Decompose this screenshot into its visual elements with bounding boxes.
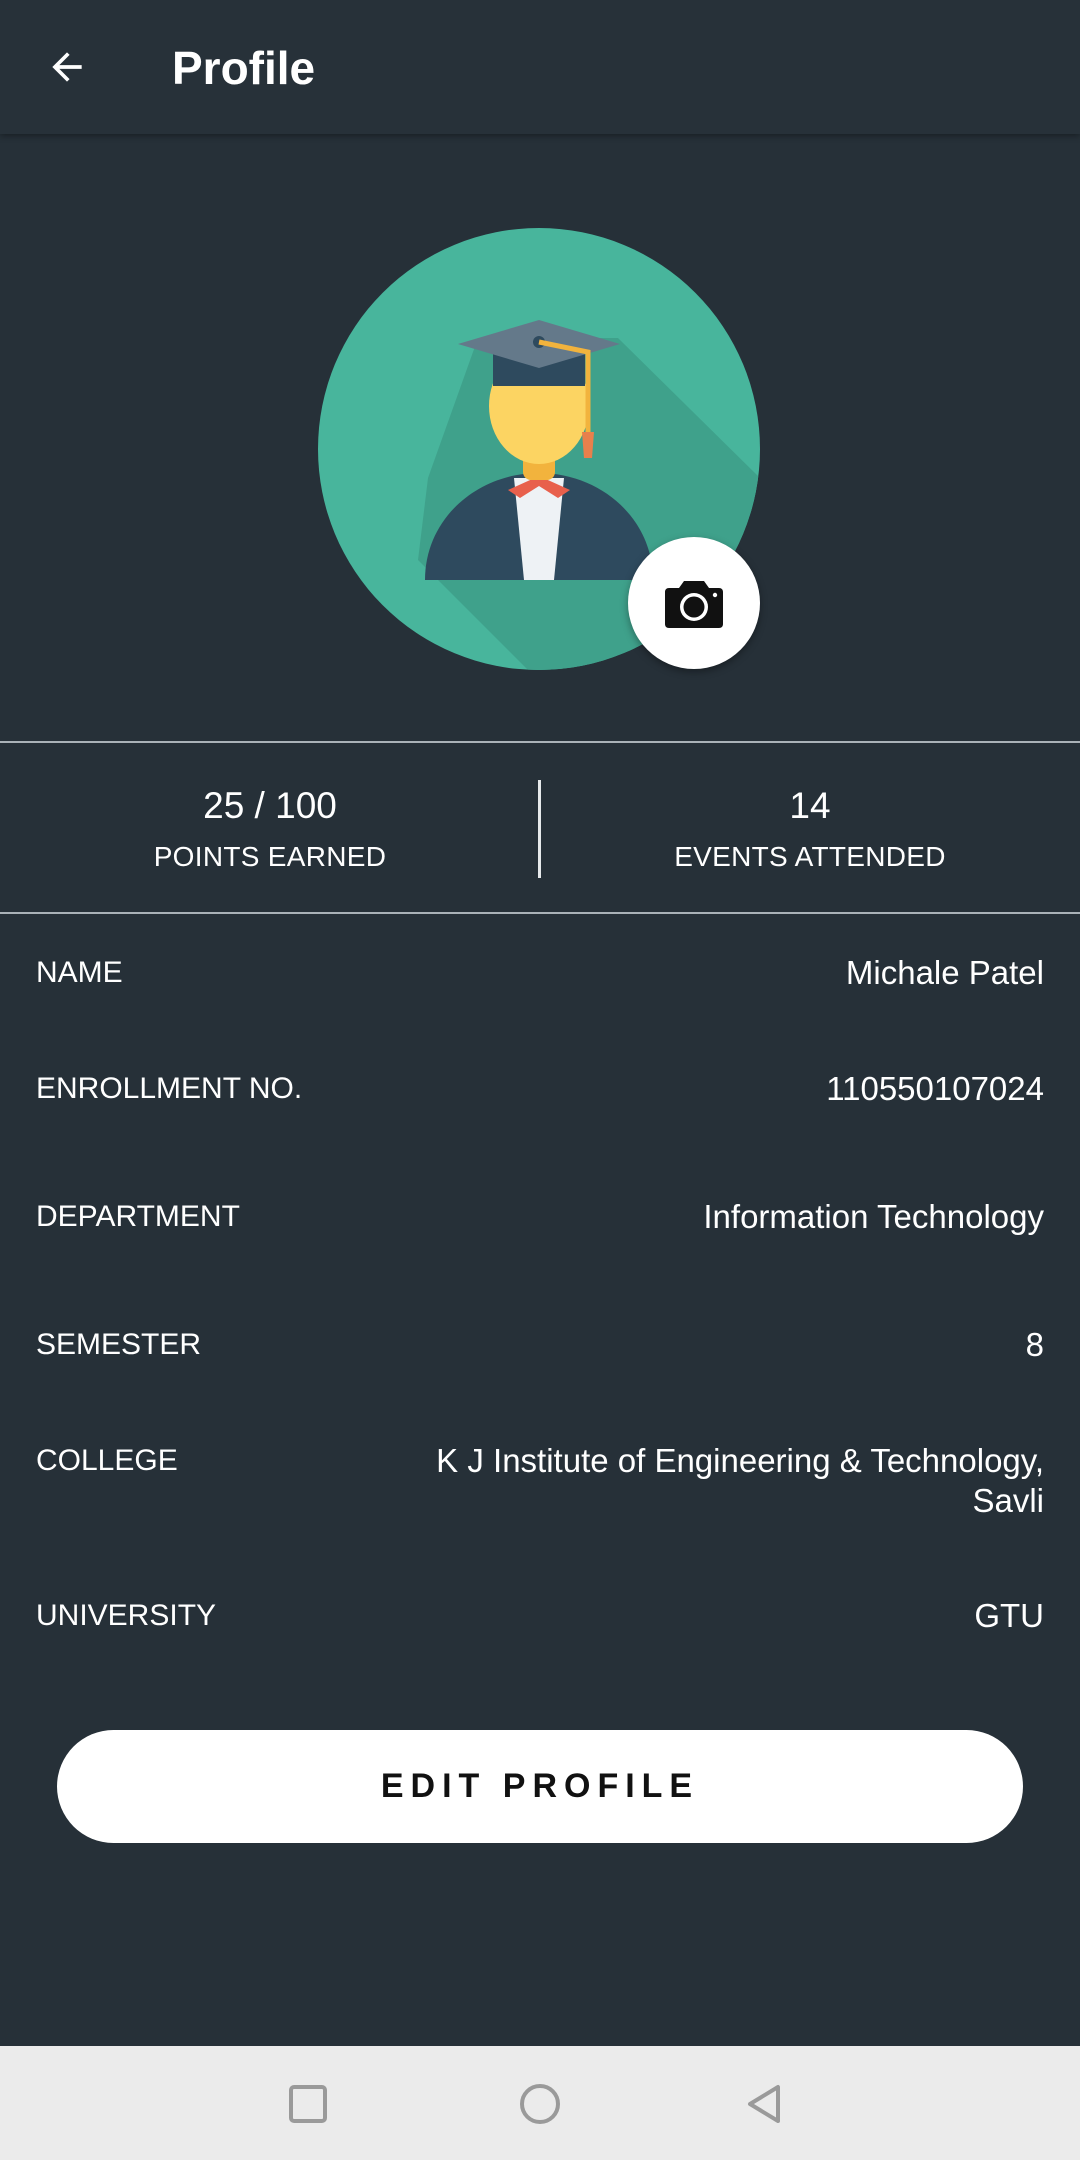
- college-value-line2: Savli: [972, 1482, 1044, 1519]
- home-button[interactable]: [512, 2076, 568, 2132]
- name-value: Michale Patel: [845, 954, 1044, 991]
- system-nav-bar: [0, 2046, 1080, 2160]
- enrollment-value: 110550107024: [826, 1070, 1044, 1107]
- page-title: Profile: [172, 42, 316, 94]
- profile-screen: Profile 25 / 100 POINTS EARNED 14 EVENTS…: [0, 0, 1080, 2160]
- semester-value: 8: [1025, 1326, 1044, 1363]
- arrow-left-icon: [52, 52, 82, 82]
- edit-profile-label: EDIT PROFILE: [380, 1767, 700, 1805]
- university-value: GTU: [974, 1597, 1044, 1634]
- department-label: DEPARTMENT: [36, 1200, 240, 1233]
- events-attended-stat: 14 EVENTS ATTENDED: [540, 743, 1080, 913]
- circle-icon: [520, 2084, 560, 2124]
- university-label: UNIVERSITY: [36, 1599, 217, 1632]
- events-attended-label: EVENTS ATTENDED: [674, 841, 946, 872]
- college-label: COLLEGE: [36, 1444, 178, 1477]
- edit-profile-button[interactable]: EDIT PROFILE: [57, 1730, 1023, 1843]
- change-photo-button[interactable]: [628, 537, 760, 669]
- system-back-button[interactable]: [736, 2076, 792, 2132]
- camera-icon: [665, 581, 723, 628]
- enrollment-label: ENROLLMENT NO.: [36, 1072, 303, 1105]
- department-value: Information Technology: [703, 1198, 1044, 1235]
- triangle-back-icon: [748, 2085, 780, 2123]
- back-button[interactable]: [36, 36, 98, 98]
- name-label: NAME: [36, 956, 123, 989]
- square-icon: [289, 2085, 327, 2123]
- stats-bottom-divider: [0, 912, 1080, 914]
- recents-button[interactable]: [280, 2076, 336, 2132]
- points-earned-label: POINTS EARNED: [153, 841, 387, 872]
- top-app-bar: Profile: [0, 0, 1080, 134]
- points-earned-value: 25 / 100: [203, 785, 337, 826]
- events-attended-value: 14: [789, 785, 831, 826]
- college-value: K J Institute of Engineering & Technolog…: [344, 1441, 1044, 1521]
- college-value-line1: K J Institute of Engineering & Technolog…: [436, 1442, 1044, 1479]
- semester-label: SEMESTER: [36, 1328, 202, 1361]
- stats-bar: 25 / 100 POINTS EARNED 14 EVENTS ATTENDE…: [0, 743, 1080, 913]
- points-earned-stat: 25 / 100 POINTS EARNED: [0, 743, 540, 913]
